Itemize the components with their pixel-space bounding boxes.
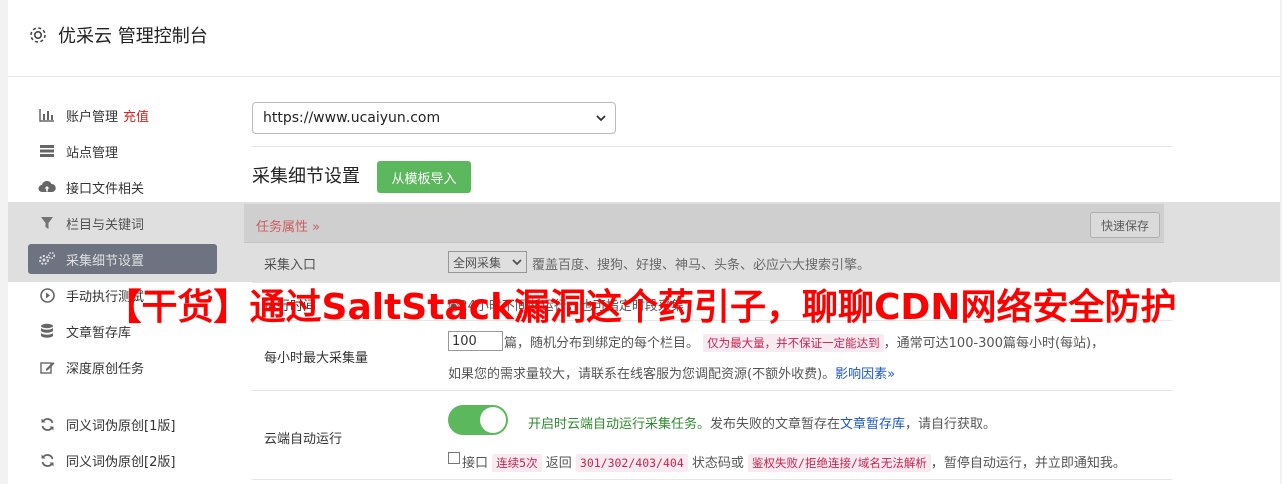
cloud-auto-text: ，请自行获取。	[905, 417, 997, 432]
sidebar-item-label: 同义词伪原创[2版]	[66, 454, 176, 470]
sidebar-item-label: 接口文件相关	[66, 181, 145, 197]
sidebar-item-synonym-v2[interactable]: 同义词伪原创[2版]	[28, 445, 217, 475]
pause-on-error-checkbox[interactable]	[448, 452, 460, 464]
max-per-hour-text: 如果您的需求量较大，请联系在线客服为您调配资源(不额外收费)。	[448, 367, 836, 382]
factors-link[interactable]: 影响因素	[835, 367, 887, 382]
divider	[252, 390, 1172, 391]
code-tag: 301/302/403/404	[575, 454, 688, 472]
max-per-hour-line2: 如果您的需求量较大，请联系在线客服为您调配资源(不额外收费)。影响因素»	[448, 363, 895, 382]
max-per-hour-line1: 篇，随机分布到绑定的每个栏目。 仅为最大量，并不保证一定能达到 ，通常可达100-…	[504, 332, 1105, 352]
sidebar-item-synonym-v1[interactable]: 同义词伪原创[1版]	[28, 409, 217, 439]
recharge-link[interactable]: 充值	[123, 106, 149, 125]
refresh-icon	[38, 451, 56, 469]
chevron-down-icon	[596, 115, 606, 122]
max-per-hour-input[interactable]: 100	[448, 331, 503, 351]
headline-banner: 【干货】通过SaltStack漏洞这个药引子，聊聊CDN网络安全防护	[105, 287, 1177, 328]
sidebar-item-label: 深度原创任务	[66, 361, 145, 377]
server-icon	[38, 142, 56, 160]
section-title: 采集细节设置	[252, 166, 360, 187]
check-text: 接口	[462, 456, 489, 471]
refresh-icon	[38, 415, 56, 433]
cloud-auto-green-text: 开启时云端自动运行采集任务。	[528, 417, 711, 432]
import-template-button[interactable]: 从模板导入	[377, 161, 471, 193]
overlay-band	[8, 202, 1280, 282]
page-title: 优采云 管理控制台	[58, 26, 208, 47]
sidebar-item-account[interactable]: 账户管理 充值	[28, 100, 217, 130]
toggle-knob	[480, 407, 506, 433]
pause-on-error-text: 接口 连续5次 返回 301/302/403/404 状态码或 鉴权失败/拒绝连…	[462, 452, 1126, 472]
sidebar-item-label: 同义词伪原创[1版]	[66, 418, 176, 434]
cloud-auto-toggle[interactable]	[448, 405, 508, 435]
divider	[252, 146, 1172, 147]
site-select-value: https://www.ucaiyun.com	[263, 110, 441, 126]
gear-icon	[30, 27, 46, 43]
cloud-auto-text: 发布失败的文章暂存在	[710, 417, 841, 432]
max-per-hour-text: 篇，随机分布到绑定的每个栏目。	[504, 336, 700, 351]
check-text: ，暂停自动运行，并立即通知我。	[930, 456, 1126, 471]
header-bar: 优采云 管理控制台	[8, 0, 1280, 77]
code-tag: 连续5次	[492, 454, 542, 472]
max-per-hour-label: 每小时最大采集量	[264, 351, 369, 366]
cloud-auto-desc: 开启时云端自动运行采集任务。发布失败的文章暂存在文章暂存库，请自行获取。	[528, 413, 996, 432]
check-text: 返回	[545, 456, 572, 471]
sidebar-item-deep-original[interactable]: 深度原创任务	[28, 352, 217, 382]
site-select[interactable]: https://www.ucaiyun.com	[252, 102, 616, 134]
sidebar-item-interface[interactable]: 接口文件相关	[28, 172, 217, 202]
sidebar-item-label: 账户管理	[66, 109, 119, 125]
max-limit-tag: 仅为最大量，并不保证一定能达到	[703, 334, 884, 352]
bar-chart-icon	[38, 106, 56, 124]
article-store-link[interactable]: 文章暂存库	[840, 417, 905, 432]
code-tag: 鉴权失败/拒绝连接/域名无法解析	[748, 454, 931, 472]
check-text: 状态码或	[691, 456, 744, 471]
double-chevron-down-icon: »	[887, 367, 896, 382]
max-per-hour-text: ，通常可达100-300篇每小时(每站)，	[883, 336, 1105, 351]
sidebar-item-sites[interactable]: 站点管理	[28, 136, 217, 166]
cloud-auto-label: 云端自动运行	[264, 432, 343, 447]
sidebar-item-label: 站点管理	[66, 145, 119, 161]
divider	[252, 479, 1172, 480]
cloud-upload-icon	[38, 178, 56, 196]
edit-icon	[38, 358, 56, 376]
